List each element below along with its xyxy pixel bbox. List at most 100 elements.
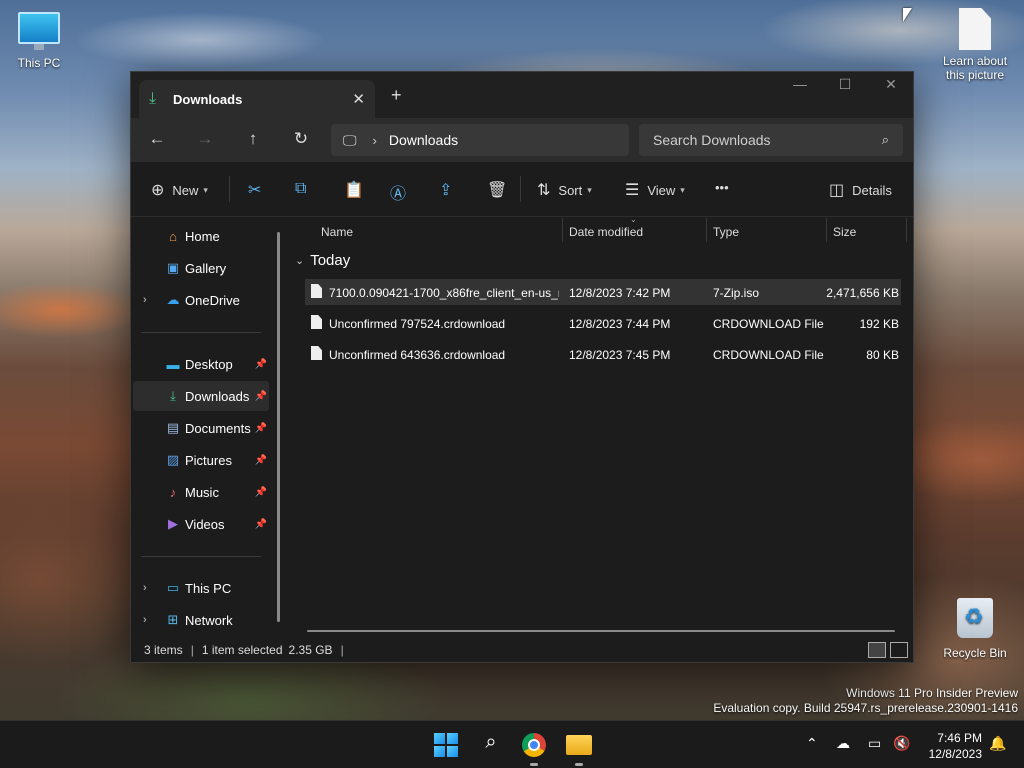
more-options-button[interactable]: •••: [715, 180, 729, 195]
nav-item-downloads[interactable]: ⤓ Downloads 📌: [133, 381, 269, 411]
column-header-name[interactable]: Name: [313, 218, 561, 246]
table-row[interactable]: Unconfirmed 643636.crdownload 12/8/2023 …: [305, 341, 901, 367]
view-button[interactable]: ☰ View ▾: [625, 180, 685, 200]
nav-item-onedrive[interactable]: › ☁ OneDrive: [133, 285, 269, 315]
start-button[interactable]: [434, 733, 460, 757]
search-input[interactable]: Search Downloads ⌕: [639, 124, 903, 156]
group-header-today[interactable]: ⌄ Today: [295, 252, 350, 269]
new-tab-button[interactable]: +: [391, 85, 402, 106]
nav-item-home[interactable]: ⌂ Home: [133, 221, 269, 251]
details-pane-icon: ◫: [829, 182, 845, 199]
nav-item-videos[interactable]: ▶ Videos 📌: [133, 509, 269, 539]
nav-item-music[interactable]: ♪ Music 📌: [133, 477, 269, 507]
delete-button[interactable]: 🗑: [487, 180, 515, 200]
taskbar-chrome-button[interactable]: [522, 733, 548, 757]
chevron-right-icon[interactable]: ›: [143, 614, 147, 626]
sort-icon: ⇅: [537, 182, 551, 199]
nav-item-desktop[interactable]: ▬ Desktop 📌: [133, 349, 269, 379]
close-button[interactable]: ✕: [868, 76, 914, 93]
breadcrumb-chevron-icon: ›: [372, 132, 377, 148]
tab-downloads[interactable]: ⤓ Downloads ✕: [139, 80, 375, 118]
desktop-icon-this-pc[interactable]: This PC: [0, 12, 84, 70]
nav-item-gallery[interactable]: ▣ Gallery: [133, 253, 269, 283]
cut-button[interactable]: ✂: [248, 180, 269, 200]
column-divider: [906, 218, 907, 242]
chevron-right-icon[interactable]: ›: [143, 582, 147, 594]
share-button[interactable]: ⇪: [439, 180, 460, 200]
nav-label: Network: [185, 612, 233, 628]
minimize-button[interactable]: —: [777, 76, 823, 92]
group-label: Today: [310, 252, 351, 269]
rename-button[interactable]: Ⓐ: [390, 180, 414, 204]
desktop-icon-recycle-bin[interactable]: Recycle Bin: [930, 598, 1020, 660]
column-header-size[interactable]: Size: [825, 218, 905, 246]
monitor-icon: 🖵: [343, 131, 357, 148]
column-header-date[interactable]: Date modified: [561, 218, 705, 246]
breadcrumb-downloads[interactable]: Downloads: [389, 132, 458, 148]
clock[interactable]: 7:46 PM 12/8/2023: [922, 730, 982, 762]
details-pane-button[interactable]: ◫ Details: [829, 180, 892, 200]
file-size: 2,471,656 KB: [826, 286, 899, 300]
pin-icon[interactable]: 📌: [255, 359, 267, 370]
file-explorer-window: ⤓ Downloads ✕ + — ☐ ✕ ← → ↑ ↻ 🖵 › Downlo…: [130, 71, 914, 663]
details-view-button[interactable]: [868, 642, 886, 658]
large-icons-view-button[interactable]: [890, 642, 908, 658]
nav-item-documents[interactable]: ▤ Documents 📌: [133, 413, 269, 443]
gallery-icon: ▣: [166, 260, 180, 275]
nav-item-network[interactable]: › ⊞ Network: [133, 605, 269, 635]
show-hidden-icons-button[interactable]: ⌃: [806, 735, 818, 752]
folder-icon: [566, 735, 592, 755]
file-name: Unconfirmed 643636.crdownload: [329, 348, 506, 362]
horizontal-scrollbar[interactable]: [307, 630, 895, 632]
taskbar-file-explorer-button[interactable]: [566, 733, 592, 757]
watermark-line-1: Windows 11 Pro Insider Preview: [846, 686, 1018, 700]
pin-icon[interactable]: 📌: [255, 391, 267, 402]
status-size: 2.35 GB: [288, 643, 333, 657]
desktop-icon-learn-about-picture[interactable]: Learn about this picture: [930, 8, 1020, 82]
chevron-right-icon[interactable]: ›: [143, 294, 147, 306]
file-icon: [311, 346, 322, 360]
nav-item-this-pc[interactable]: › ▭ This PC: [133, 573, 269, 603]
mouse-cursor-icon: [903, 8, 912, 22]
new-button[interactable]: ⊕ New ▾: [151, 180, 208, 200]
back-button[interactable]: ←: [145, 129, 169, 149]
chevron-down-icon: ▾: [587, 184, 592, 195]
status-bar: 3 items | 1 item selected 2.35 GB |: [131, 638, 913, 662]
volume-muted-icon[interactable]: 🔇: [893, 735, 910, 752]
clipboard-icon: 📋: [344, 182, 364, 199]
sort-button[interactable]: ⇅ Sort ▾: [537, 180, 592, 200]
pin-icon[interactable]: 📌: [255, 455, 267, 466]
document-icon: ▤: [166, 420, 180, 435]
paste-button[interactable]: 📋: [344, 180, 372, 200]
table-row[interactable]: Unconfirmed 797524.crdownload 12/8/2023 …: [305, 310, 901, 336]
file-date: 12/8/2023 7:42 PM: [569, 286, 671, 300]
nav-scrollbar[interactable]: [277, 232, 280, 622]
file-list: ⌄ Name Date modified Type Size ⌄ Today 7…: [289, 215, 913, 638]
onedrive-offline-icon[interactable]: ☁: [836, 735, 850, 752]
clock-date: 12/8/2023: [928, 747, 982, 761]
network-icon[interactable]: ▭: [868, 735, 881, 752]
tab-close-icon[interactable]: ✕: [352, 90, 365, 108]
pin-icon[interactable]: 📌: [255, 423, 267, 434]
trash-icon: 🗑: [487, 182, 508, 199]
up-button[interactable]: ↑: [241, 129, 265, 149]
forward-button[interactable]: →: [193, 129, 217, 149]
pin-icon[interactable]: 📌: [255, 519, 267, 530]
file-date: 12/8/2023 7:45 PM: [569, 348, 671, 362]
chevron-down-icon: ▾: [203, 184, 208, 195]
notification-bell-icon[interactable]: 🔔: [989, 735, 1006, 752]
search-placeholder: Search Downloads: [653, 132, 771, 148]
file-name: 7100.0.090421-1700_x86fre_client_en-us_r…: [329, 286, 559, 300]
address-bar[interactable]: 🖵 › Downloads: [331, 124, 629, 156]
nav-item-pictures[interactable]: ▨ Pictures 📌: [133, 445, 269, 475]
rename-icon: Ⓐ: [390, 186, 407, 203]
copy-button[interactable]: ⧉: [295, 180, 314, 198]
column-header-type[interactable]: Type: [705, 218, 825, 246]
file-type: 7-Zip.iso: [713, 286, 760, 300]
table-row[interactable]: 7100.0.090421-1700_x86fre_client_en-us_r…: [305, 279, 901, 305]
file-name: Unconfirmed 797524.crdownload: [329, 317, 506, 331]
taskbar-search-icon[interactable]: ⌕: [478, 731, 504, 755]
maximize-button[interactable]: ☐: [822, 76, 868, 93]
refresh-button[interactable]: ↻: [289, 129, 313, 149]
pin-icon[interactable]: 📌: [255, 487, 267, 498]
